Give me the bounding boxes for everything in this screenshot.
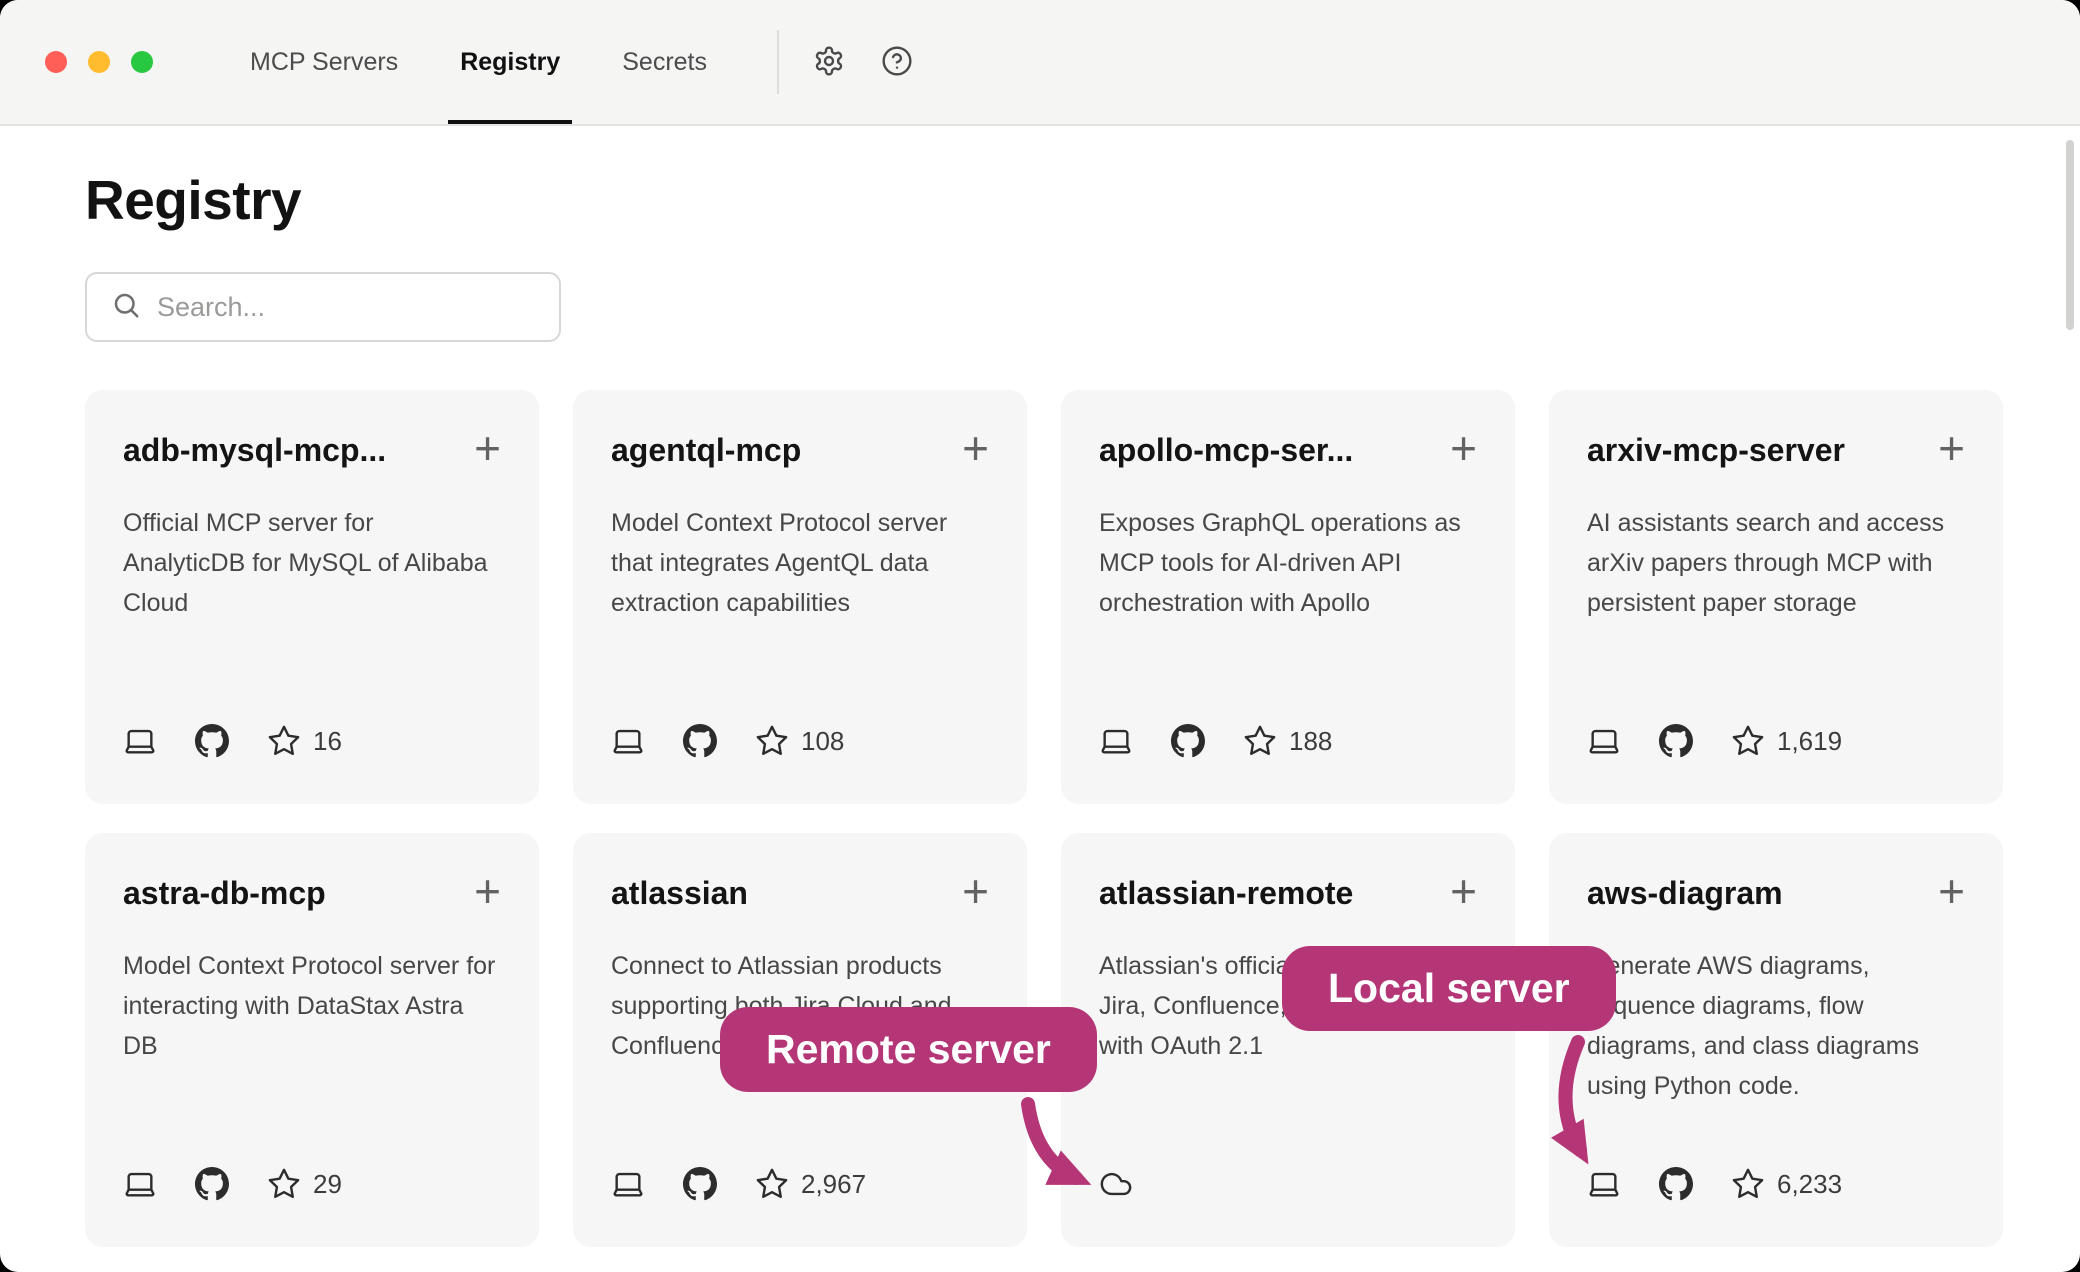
server-description: AI assistants search and access arXiv pa… [1587,503,1965,623]
server-card[interactable]: astra-db-mcp + Model Context Protocol se… [85,833,539,1247]
server-description: Exposes GraphQL operations as MCP tools … [1099,503,1477,623]
star-count-group: 29 [267,1167,342,1201]
search-input[interactable] [157,292,517,323]
add-server-button[interactable]: + [962,875,989,907]
main-tabs: MCP Servers Registry Secrets [238,0,757,124]
server-name: astra-db-mcp [123,875,326,912]
github-icon[interactable] [683,724,717,758]
add-server-button[interactable]: + [1938,875,1965,907]
star-icon [267,1167,301,1201]
github-icon[interactable] [683,1167,717,1201]
server-name: atlassian-remote [1099,875,1353,912]
minimize-button[interactable] [88,51,110,73]
cloud-icon [1099,1167,1133,1201]
gear-icon [813,45,845,80]
star-count-group: 1,619 [1731,724,1842,758]
star-count: 6,233 [1777,1169,1842,1200]
server-description: Model Context Protocol server for intera… [123,946,501,1066]
star-count: 29 [313,1169,342,1200]
server-name: atlassian [611,875,748,912]
laptop-icon [1099,724,1133,758]
scrollbar-thumb[interactable] [2066,140,2074,330]
star-count: 188 [1289,726,1332,757]
github-icon[interactable] [195,724,229,758]
star-count-group: 16 [267,724,342,758]
local-server-callout: Local server [1282,946,1616,1031]
star-icon [1731,1167,1765,1201]
add-server-button[interactable]: + [1450,432,1477,464]
help-button[interactable] [881,45,913,80]
laptop-icon [611,1167,645,1201]
server-card[interactable]: aws-diagram + Generate AWS diagrams, seq… [1549,833,2003,1247]
add-server-button[interactable]: + [1938,432,1965,464]
star-count-group: 2,967 [755,1167,866,1201]
github-icon[interactable] [195,1167,229,1201]
server-card[interactable]: adb-mysql-mcp... + Official MCP server f… [85,390,539,804]
star-count-group: 6,233 [1731,1167,1842,1201]
laptop-icon [611,724,645,758]
settings-button[interactable] [813,45,845,80]
add-server-button[interactable]: + [474,875,501,907]
star-count-group: 108 [755,724,844,758]
star-count: 2,967 [801,1169,866,1200]
server-card[interactable]: arxiv-mcp-server + AI assistants search … [1549,390,2003,804]
help-circle-icon [881,45,913,80]
tab-secrets[interactable]: Secrets [610,0,719,124]
remote-server-callout: Remote server [720,1007,1097,1092]
server-description: Model Context Protocol server that integ… [611,503,989,623]
server-card[interactable]: atlassian-remote + Atlassian's official … [1061,833,1515,1247]
laptop-icon [123,724,157,758]
star-icon [1731,724,1765,758]
server-name: adb-mysql-mcp... [123,432,386,469]
window-controls [0,0,153,124]
github-icon[interactable] [1659,724,1693,758]
search-box[interactable] [85,272,561,342]
search-icon [111,290,141,325]
star-count-group: 188 [1243,724,1332,758]
tab-mcp-servers[interactable]: MCP Servers [238,0,410,124]
server-card[interactable]: apollo-mcp-ser... + Exposes GraphQL oper… [1061,390,1515,804]
github-icon[interactable] [1171,724,1205,758]
close-button[interactable] [45,51,67,73]
laptop-icon [1587,724,1621,758]
server-card-grid: adb-mysql-mcp... + Official MCP server f… [85,390,2080,1247]
star-icon [755,724,789,758]
laptop-icon [123,1167,157,1201]
server-description: Official MCP server for AnalyticDB for M… [123,503,501,623]
server-name: aws-diagram [1587,875,1783,912]
server-name: apollo-mcp-ser... [1099,432,1353,469]
titlebar: MCP Servers Registry Secrets [0,0,2080,126]
github-icon[interactable] [1659,1167,1693,1201]
star-icon [755,1167,789,1201]
star-count: 108 [801,726,844,757]
remote-server-label: Remote server [766,1026,1051,1073]
star-count: 16 [313,726,342,757]
star-icon [267,724,301,758]
server-name: arxiv-mcp-server [1587,432,1845,469]
titlebar-divider [777,30,779,94]
page-title: Registry [85,168,2080,232]
server-card[interactable]: agentql-mcp + Model Context Protocol ser… [573,390,1027,804]
server-name: agentql-mcp [611,432,801,469]
add-server-button[interactable]: + [474,432,501,464]
add-server-button[interactable]: + [962,432,989,464]
app-window: MCP Servers Registry Secrets [0,0,2080,1272]
laptop-icon [1587,1167,1621,1201]
zoom-button[interactable] [131,51,153,73]
star-icon [1243,724,1277,758]
local-server-label: Local server [1328,965,1570,1012]
server-description: Generate AWS diagrams, sequence diagrams… [1587,946,1965,1106]
add-server-button[interactable]: + [1450,875,1477,907]
star-count: 1,619 [1777,726,1842,757]
tab-registry[interactable]: Registry [448,0,572,124]
